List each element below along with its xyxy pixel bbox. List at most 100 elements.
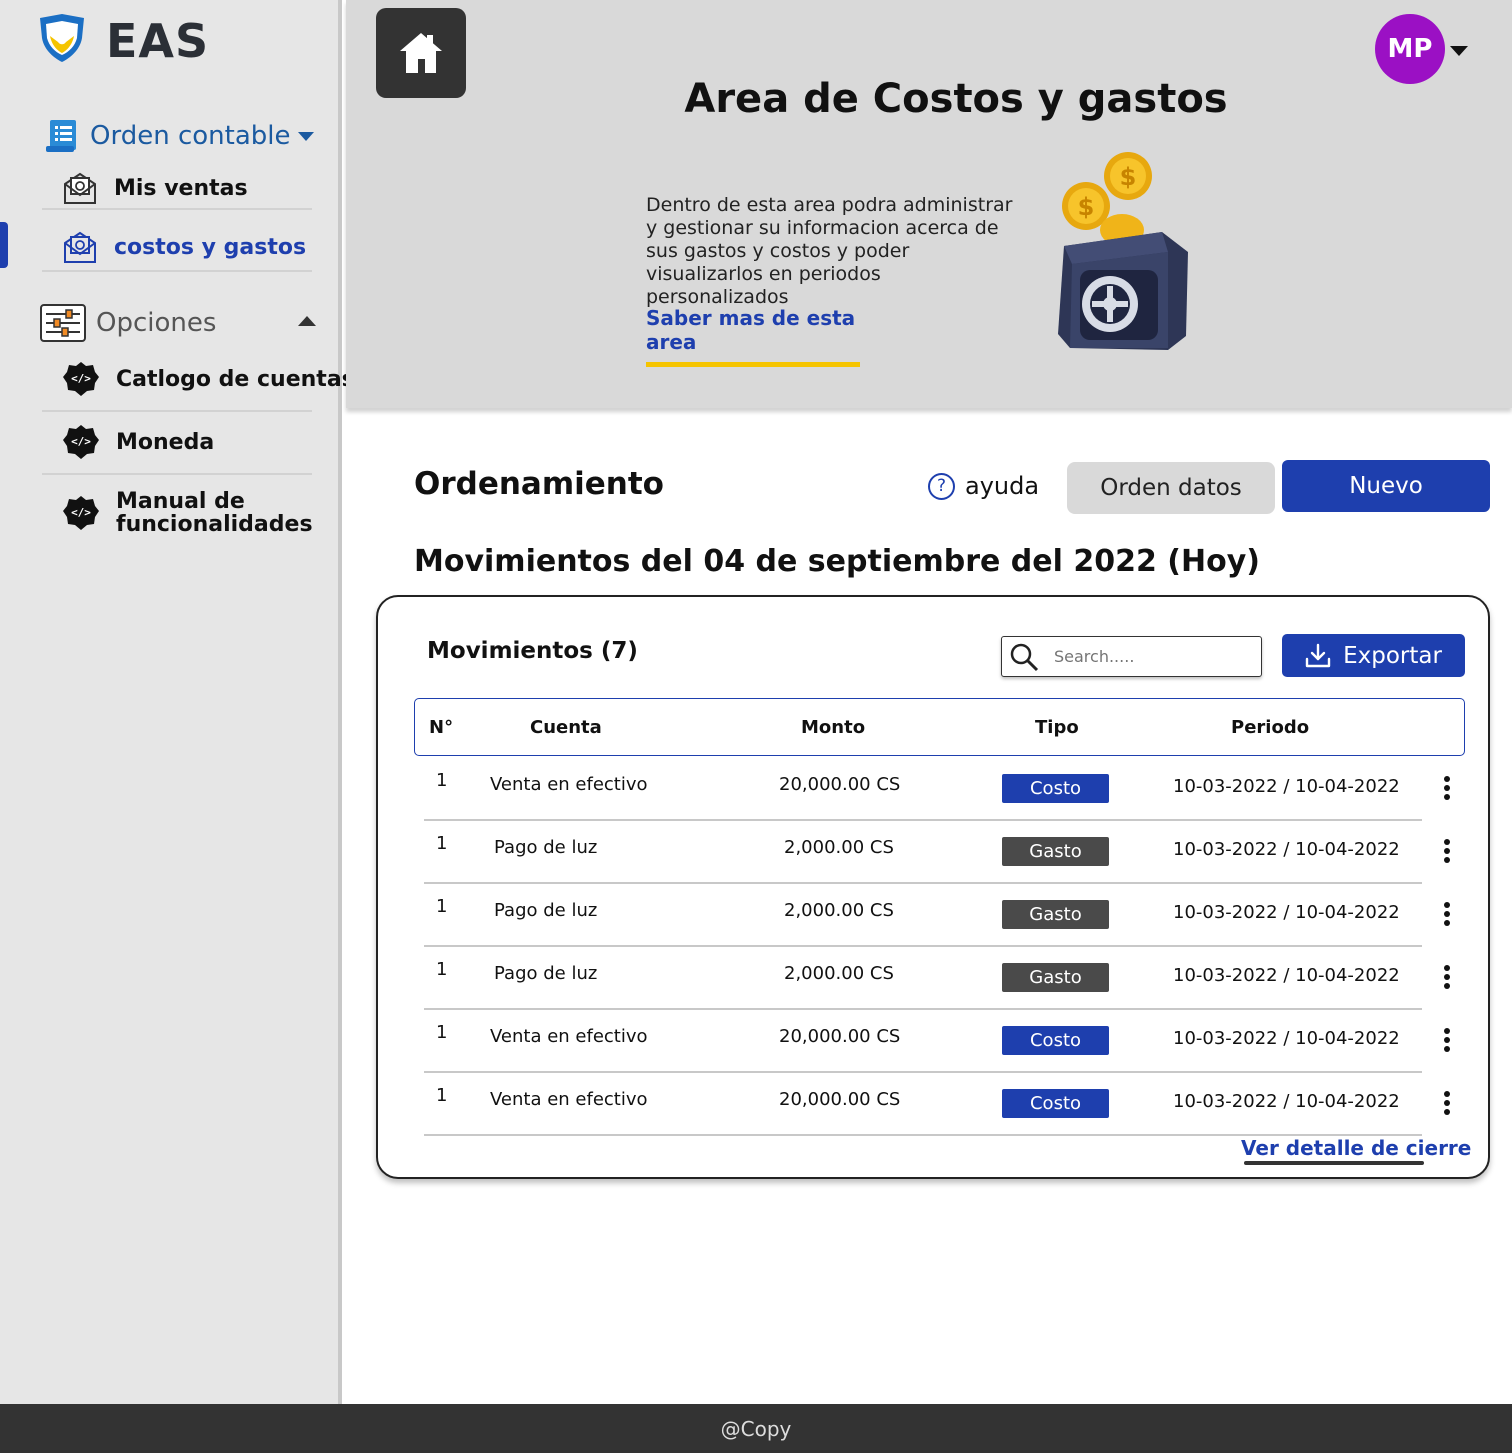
code-gear-icon: </> (63, 362, 99, 396)
receipt-envelope-icon (64, 172, 96, 204)
sidebar-section-label: Orden contable (90, 121, 291, 151)
sidebar-item-label: Catlogo de cuentas (116, 366, 355, 392)
sidebar-item-label: Moneda (116, 429, 215, 455)
receipt-envelope-icon (64, 231, 96, 263)
column-header-monto[interactable]: Monto (801, 717, 865, 738)
type-badge: Costo (1002, 1089, 1109, 1118)
column-header-tipo[interactable]: Tipo (1035, 717, 1079, 738)
cell-cuenta: Venta en efectivo (490, 1089, 648, 1110)
cell-num: 1 (436, 959, 448, 980)
svg-text:</>: </> (71, 372, 91, 385)
sidebar-section-orden-contable[interactable]: Orden contable (44, 118, 315, 154)
link-underline (1244, 1161, 1424, 1165)
movements-subtitle: Movimientos del 04 de septiembre del 202… (414, 544, 1260, 579)
cell-monto: 20,000.00 CS (779, 1026, 901, 1047)
export-button[interactable]: Exportar (1282, 634, 1465, 677)
new-button[interactable]: Nuevo (1282, 460, 1490, 512)
sliders-icon (40, 304, 86, 342)
type-badge: Gasto (1002, 900, 1109, 929)
shield-logo-icon (40, 14, 84, 62)
cell-num: 1 (436, 896, 448, 917)
cell-monto: 2,000.00 CS (784, 900, 894, 921)
column-header-num[interactable]: N° (429, 717, 453, 738)
help-link[interactable]: ? ayuda (928, 472, 1039, 500)
chevron-down-icon[interactable] (1450, 46, 1468, 56)
more-vert-icon[interactable] (1442, 1089, 1452, 1116)
more-vert-icon[interactable] (1442, 1026, 1452, 1053)
sidebar-section-opciones[interactable]: Opciones (40, 304, 216, 342)
home-icon (400, 33, 442, 73)
sidebar-divider (42, 270, 312, 272)
more-vert-icon[interactable] (1442, 963, 1452, 990)
logo-text: EAS (106, 14, 210, 68)
ledger-icon (46, 120, 76, 152)
cell-cuenta: Venta en efectivo (490, 774, 648, 795)
app-logo[interactable] (36, 12, 88, 64)
column-header-cuenta[interactable]: Cuenta (530, 717, 602, 738)
cell-monto: 20,000.00 CS (779, 774, 901, 795)
closing-detail-link[interactable]: Ver detalle de cierre (1241, 1136, 1471, 1160)
chevron-down-icon (298, 131, 315, 141)
table-row[interactable]: 1 Venta en efectivo 20,000.00 CS Costo 10-03… (424, 1073, 1450, 1136)
cell-num: 1 (436, 1022, 448, 1043)
sidebar-item-mis-ventas[interactable]: Mis ventas (62, 170, 248, 206)
download-icon (1305, 643, 1331, 667)
svg-text:</>: </> (71, 506, 91, 519)
chevron-up-icon[interactable] (298, 316, 316, 326)
type-badge: Costo (1002, 1026, 1109, 1055)
search-input[interactable] (1054, 647, 1244, 666)
cell-periodo: 10-03-2022 / 10-04-2022 (1173, 1091, 1400, 1112)
avatar[interactable]: MP (1375, 14, 1445, 84)
type-badge: Gasto (1002, 963, 1109, 992)
cell-num: 1 (436, 1085, 448, 1106)
cell-num: 1 (436, 833, 448, 854)
type-badge: Costo (1002, 774, 1109, 803)
cell-periodo: 10-03-2022 / 10-04-2022 (1173, 965, 1400, 986)
cell-num: 1 (436, 770, 448, 791)
section-title: Ordenamiento (414, 466, 664, 502)
sidebar-item-catalogo[interactable]: </> Catlogo de cuentas (62, 361, 355, 397)
sidebar-item-costos-gastos[interactable]: costos y gastos (62, 229, 306, 265)
sidebar-divider (42, 410, 312, 412)
label-line: funcionalidades (116, 512, 313, 537)
area-description: Dentro de esta area podra administrar y … (646, 194, 1013, 308)
card-title: Movimientos (7) (427, 638, 638, 664)
sidebar-section-label: Opciones (96, 308, 217, 338)
learn-more-link[interactable]: Saber mas de esta area (646, 306, 860, 367)
type-badge: Gasto (1002, 837, 1109, 866)
cell-periodo: 10-03-2022 / 10-04-2022 (1173, 1028, 1400, 1049)
page-title: Area de Costos y gastos (684, 76, 1228, 122)
order-data-button[interactable]: Orden datos (1067, 462, 1275, 514)
search-icon (1010, 643, 1039, 671)
more-vert-icon[interactable] (1442, 774, 1452, 801)
sidebar-divider (42, 208, 312, 210)
column-header-periodo[interactable]: Periodo (1231, 717, 1309, 738)
sidebar-item-manual[interactable]: </> Manual de funcionalidades (62, 490, 313, 536)
svg-text:</>: </> (71, 435, 91, 448)
cell-monto: 2,000.00 CS (784, 837, 894, 858)
table-row[interactable]: 1 Pago de luz 2,000.00 CS Gasto 10-03-2022 /… (424, 884, 1450, 947)
cell-monto: 20,000.00 CS (779, 1089, 901, 1110)
cell-cuenta: Pago de luz (494, 900, 598, 921)
cell-periodo: 10-03-2022 / 10-04-2022 (1173, 902, 1400, 923)
safe-coins-illustration: $ $ (1058, 152, 1188, 350)
label-line: Manual de (116, 489, 245, 514)
search-box[interactable] (1001, 636, 1262, 677)
svg-text:$: $ (1078, 193, 1095, 221)
table-header: N° Cuenta Monto Tipo Periodo (414, 698, 1465, 756)
cell-monto: 2,000.00 CS (784, 963, 894, 984)
sidebar (0, 0, 342, 1404)
table-row[interactable]: 1 Venta en efectivo 20,000.00 CS Costo 10-03… (424, 1010, 1450, 1073)
more-vert-icon[interactable] (1442, 900, 1452, 927)
table-row[interactable]: 1 Venta en efectivo 20,000.00 CS Costo 10-03… (424, 758, 1450, 821)
table-row[interactable]: 1 Pago de luz 2,000.00 CS Gasto 10-03-2022 /… (424, 821, 1450, 884)
cell-cuenta: Pago de luz (494, 963, 598, 984)
more-vert-icon[interactable] (1442, 837, 1452, 864)
cell-periodo: 10-03-2022 / 10-04-2022 (1173, 776, 1400, 797)
sidebar-divider (42, 473, 312, 475)
help-label: ayuda (965, 472, 1040, 500)
table-row[interactable]: 1 Pago de luz 2,000.00 CS Gasto 10-03-2022 /… (424, 947, 1450, 1010)
cell-periodo: 10-03-2022 / 10-04-2022 (1173, 839, 1400, 860)
sidebar-item-moneda[interactable]: </> Moneda (62, 424, 214, 460)
export-label: Exportar (1343, 642, 1442, 669)
